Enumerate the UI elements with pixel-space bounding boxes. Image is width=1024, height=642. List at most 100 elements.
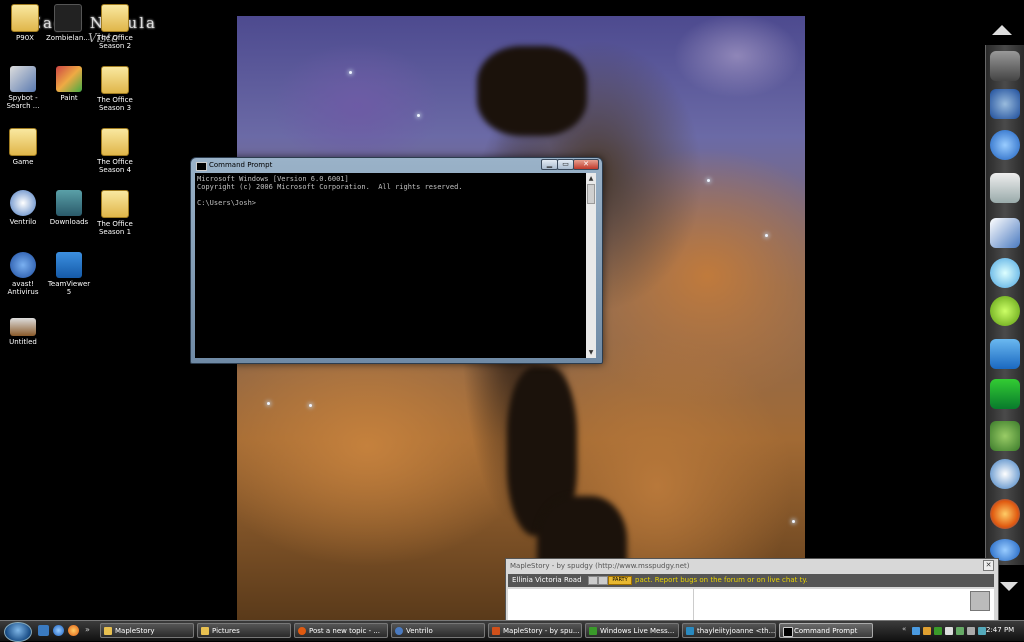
desktop-icon-label: Spybot - Search ... [6,94,40,110]
ie-icon[interactable] [53,625,64,636]
taskbar: » MapleStory Pictures Post a new topic -… [0,620,1024,642]
dock-item-safari-icon[interactable] [990,459,1020,489]
avast-icon [10,252,36,278]
toggle-icon[interactable] [598,576,608,585]
command-prompt-window[interactable]: Command Prompt ▁ ▭ ✕ Microsoft Windows [… [190,157,603,364]
tray-expand-icon[interactable]: « [902,625,910,633]
cmd-icon [196,162,207,171]
taskbar-item-label: Ventrilo [406,627,433,635]
close-button[interactable]: ✕ [573,159,599,170]
dock-item-utorrent-icon[interactable] [990,379,1020,409]
quicklaunch-more-icon[interactable]: » [85,625,91,636]
folder-icon [101,128,129,156]
character-icon[interactable] [970,591,990,611]
desktop-icon-p90x[interactable]: P90X [3,4,47,42]
dock-scroll-down-icon[interactable] [1000,582,1018,591]
desktop-icon-untitled[interactable]: Untitled [1,318,45,346]
dock-item-shield-icon[interactable] [990,89,1020,119]
scroll-down-icon[interactable]: ▼ [587,348,595,357]
spybot-icon [10,66,36,92]
dock-item-help-icon[interactable] [990,130,1020,160]
taskbar-item-chat[interactable]: thayleiityjoanne <th... [682,623,776,638]
close-icon[interactable]: ✕ [983,560,994,571]
start-button[interactable] [4,622,32,642]
movie-icon [54,4,82,32]
folder-icon [11,4,39,32]
maplestory-notifier-window[interactable]: MapleStory - by spudgy (http://www.msspu… [505,558,999,624]
desktop-icon-office-s3[interactable]: The Office Season 3 [93,66,137,112]
tray-avast-icon[interactable] [923,627,931,635]
notifier-panel [508,589,994,621]
desktop-icon-downloads[interactable]: Downloads [47,190,91,226]
desktop-icon-office-s4[interactable]: The Office Season 4 [93,128,137,174]
toggle-icon[interactable] [588,576,598,585]
teamviewer-icon [56,252,82,278]
taskbar-item-maplestory[interactable]: MapleStory [100,623,194,638]
maximize-button[interactable]: ▭ [557,159,574,170]
minimize-button[interactable]: ▁ [541,159,558,170]
console-line: Copyright (c) 2006 Microsoft Corporation… [197,183,463,191]
dock-scroll-up-icon[interactable] [992,25,1012,35]
taskbar-item-pictures[interactable]: Pictures [197,623,291,638]
desktop-icon-game[interactable]: Game [1,128,45,166]
firefox-icon [298,627,306,635]
panel-divider [693,589,694,621]
notifier-status-bar: Ellinia Victoria Road PARTY pact. Report… [508,574,994,587]
dock-item-messenger-icon[interactable] [990,421,1020,451]
dock-item-media-player-icon[interactable] [990,339,1020,369]
dock-item-lamp-icon[interactable] [990,51,1020,81]
nebula-pillar-top [477,46,587,136]
desktop-icon-zombieland[interactable]: Zombielan... [46,4,90,42]
scroll-up-icon[interactable]: ▲ [587,174,595,183]
star [417,114,420,117]
star [267,402,270,405]
vertical-scrollbar[interactable]: ▲ ▼ [586,173,596,358]
tray-messenger-icon[interactable] [934,627,942,635]
dock-item-itunes-icon[interactable] [990,258,1020,288]
dock-item-control-panel-icon[interactable] [990,218,1020,248]
desktop-icon-paint[interactable]: Paint [47,66,91,102]
clock[interactable]: 2:47 PM [986,626,1014,634]
cmd-icon [783,627,793,637]
taskbar-item-live-messenger[interactable]: Windows Live Mess... [585,623,679,638]
scroll-thumb[interactable] [587,184,595,204]
tray-network-icon[interactable] [912,627,920,635]
tray-utorrent-icon[interactable] [956,627,964,635]
tray-volume-icon[interactable] [967,627,975,635]
desktop-icon-label: Paint [60,94,78,102]
desktop-icon-teamviewer[interactable]: TeamViewer 5 [47,252,91,296]
taskbar-item-maplestory-spudgy[interactable]: MapleStory - by spu... [488,623,582,638]
taskbar-item-label: Post a new topic - ... [309,627,380,635]
taskbar-item-label: Windows Live Mess... [600,627,675,635]
show-desktop-icon[interactable] [38,625,49,636]
paint-icon [56,66,82,92]
firefox-icon[interactable] [68,625,79,636]
desktop-icon-label: avast! Antivirus [7,280,39,296]
console-output[interactable]: Microsoft Windows [Version 6.0.6001] Copy… [195,173,586,358]
folder-icon [9,128,37,156]
chat-icon [686,627,694,635]
desktop-icon-spybot[interactable]: Spybot - Search ... [1,66,45,110]
desktop-icon-label: Ventrilo [9,218,37,226]
dock-item-firefox-icon[interactable] [990,499,1020,529]
desktop-icon-ventrilo[interactable]: Ventrilo [1,190,45,226]
desktop-icon-office-s1[interactable]: The Office Season 1 [93,190,137,236]
dock-item-limewire-icon[interactable] [990,296,1020,326]
taskbar-item-firefox[interactable]: Post a new topic - ... [294,623,388,638]
taskbar-item-label: Pictures [212,627,240,635]
party-badge[interactable]: PARTY [608,576,632,585]
dock-item-recycle-bin-icon[interactable] [990,173,1020,203]
star [765,234,768,237]
messenger-icon [589,627,597,635]
desktop-icon-office-s2[interactable]: The Office Season 2 [93,4,137,50]
tray-ventrilo-icon[interactable] [945,627,953,635]
window-title: Command Prompt [209,161,273,169]
notifier-title: MapleStory - by spudgy (http://www.msspu… [510,562,690,570]
desktop-icon-label: The Office Season 1 [97,220,133,236]
tray-power-icon[interactable] [978,627,986,635]
taskbar-item-ventrilo[interactable]: Ventrilo [391,623,485,638]
desktop-icon-avast[interactable]: avast! Antivirus [1,252,45,296]
taskbar-item-command-prompt[interactable]: Command Prompt [779,623,873,638]
desktop-icon-label: Game [12,158,34,166]
